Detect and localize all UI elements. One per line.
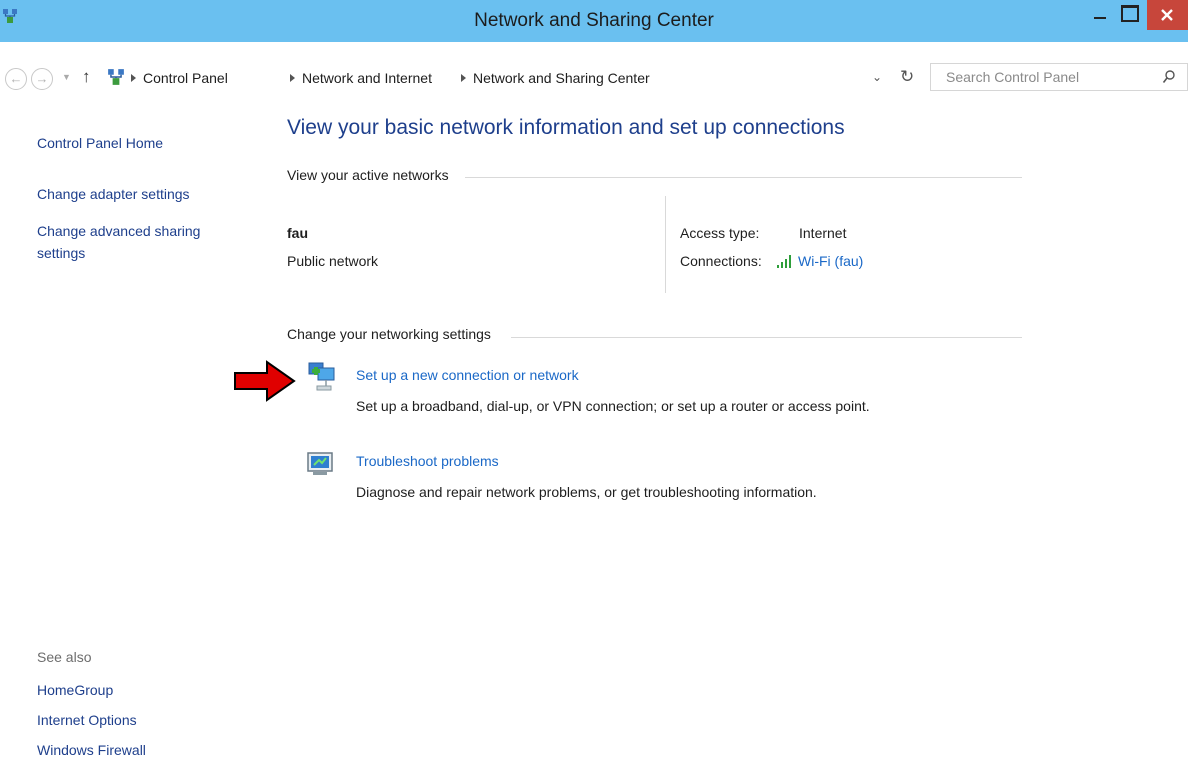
minimize-button[interactable]: [1088, 0, 1114, 30]
troubleshoot-icon: [307, 452, 333, 475]
access-type-value: Internet: [799, 225, 847, 241]
link-line: settings: [37, 245, 86, 261]
change-adapter-settings-link[interactable]: Change adapter settings: [37, 183, 190, 205]
back-arrow-icon: ←: [9, 71, 23, 86]
breadcrumb-separator[interactable]: [461, 74, 466, 82]
network-breadcrumb-icon: [108, 69, 124, 85]
network-name: fau: [287, 225, 308, 241]
wifi-signal-icon: [777, 255, 791, 268]
refresh-icon[interactable]: ↻: [900, 67, 914, 87]
divider: [465, 177, 1022, 178]
active-networks-label: View your active networks: [287, 167, 449, 183]
address-dropdown[interactable]: ⌄: [872, 70, 882, 84]
homegroup-link[interactable]: HomeGroup: [37, 679, 113, 701]
breadcrumb-network-and-internet[interactable]: Network and Internet: [302, 70, 432, 86]
windows-firewall-link[interactable]: Windows Firewall: [37, 739, 146, 761]
close-icon: [1161, 9, 1173, 21]
change-advanced-sharing-link[interactable]: Change advanced sharing settings: [37, 220, 200, 264]
link-line: Change advanced sharing: [37, 223, 201, 239]
wifi-connection-link[interactable]: Wi-Fi (fau): [798, 253, 863, 269]
address-bar: ← → ▼ ↑ Control Panel Network and Intern…: [0, 60, 1188, 94]
setup-connection-link[interactable]: Set up a new connection or network: [356, 367, 579, 383]
search-box: [930, 63, 1188, 91]
red-arrow-icon: [234, 360, 296, 402]
divider: [511, 337, 1022, 338]
breadcrumb-separator[interactable]: [290, 74, 295, 82]
page-heading: View your basic network information and …: [287, 116, 845, 139]
change-settings-label: Change your networking settings: [287, 326, 491, 342]
forward-arrow-icon: →: [35, 71, 49, 86]
control-panel-home-link[interactable]: Control Panel Home: [37, 132, 163, 154]
recent-locations-dropdown[interactable]: ▼: [62, 72, 71, 82]
title-bar: Network and Sharing Center: [0, 0, 1188, 42]
up-arrow-icon[interactable]: ↑: [82, 67, 91, 87]
access-type-label: Access type:: [680, 225, 760, 241]
troubleshoot-description: Diagnose and repair network problems, or…: [356, 484, 817, 500]
new-connection-icon: [308, 362, 335, 391]
breadcrumb-separator[interactable]: [131, 74, 136, 82]
setup-connection-description: Set up a broadband, dial-up, or VPN conn…: [356, 398, 870, 414]
network-category: Public network: [287, 253, 379, 269]
breadcrumb-control-panel[interactable]: Control Panel: [143, 70, 228, 86]
internet-options-link[interactable]: Internet Options: [37, 709, 137, 731]
connections-label: Connections:: [680, 253, 762, 269]
see-also-label: See also: [37, 649, 92, 665]
troubleshoot-problems-link[interactable]: Troubleshoot problems: [356, 453, 499, 469]
close-button[interactable]: [1147, 0, 1188, 30]
search-input[interactable]: [931, 64, 1151, 90]
maximize-button[interactable]: [1117, 0, 1143, 30]
window-title: Network and Sharing Center: [474, 10, 714, 31]
vertical-divider: [665, 196, 666, 293]
breadcrumb-network-and-sharing-center[interactable]: Network and Sharing Center: [473, 70, 650, 86]
back-button[interactable]: ←: [5, 68, 27, 90]
forward-button[interactable]: →: [31, 68, 53, 90]
search-icon[interactable]: [1162, 69, 1176, 85]
